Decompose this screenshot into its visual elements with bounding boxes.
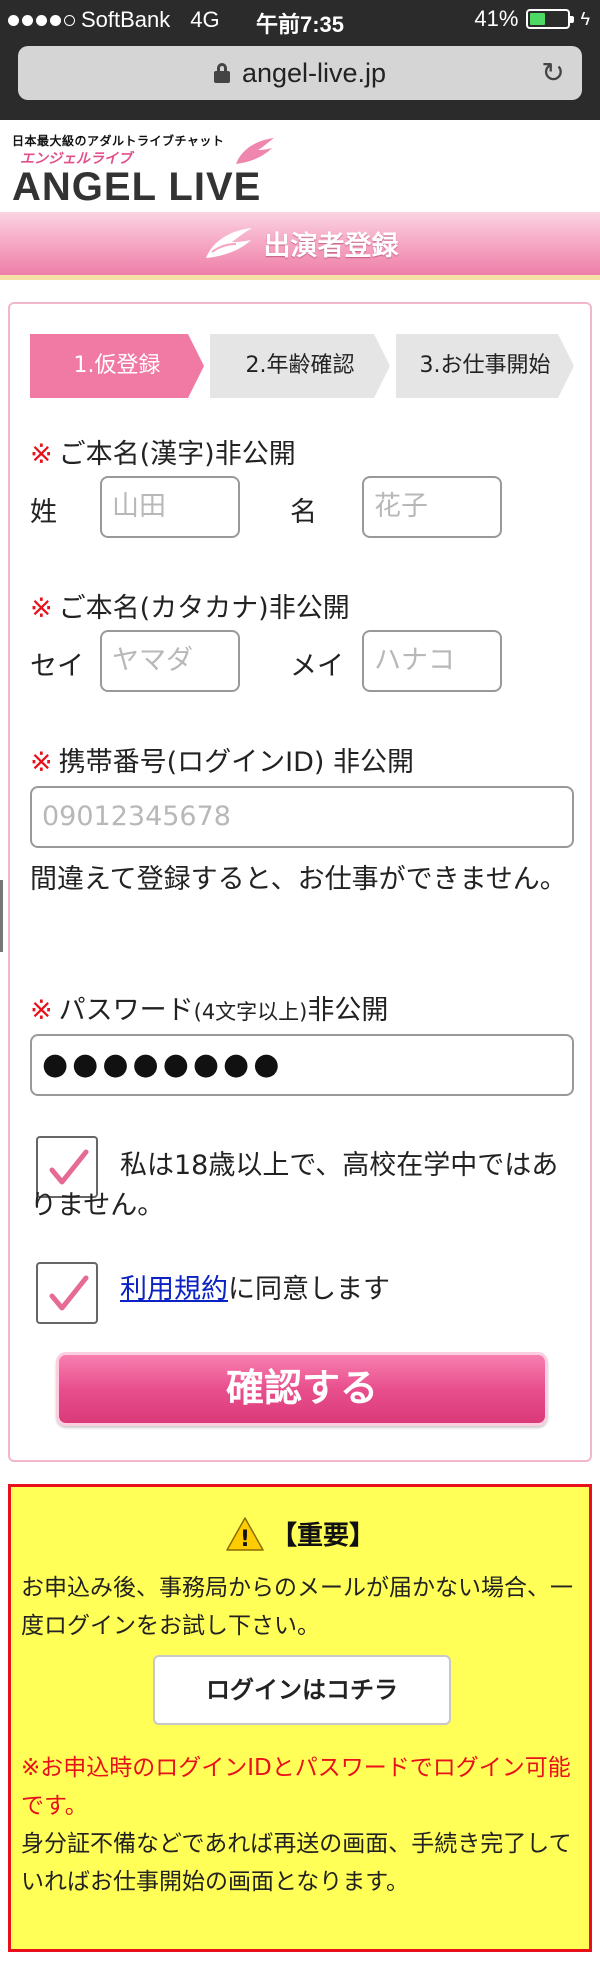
step-2: 2.年齢確認	[210, 334, 390, 398]
logo-wing-icon	[236, 138, 274, 164]
name-kana-label: ※ ご本名(カタカナ)非公開	[30, 593, 350, 624]
important-message: お申込み後、事務局からのメールが届かない場合、一度ログインをお試し下さい。	[21, 1575, 573, 1639]
required-mark: ※	[30, 995, 53, 1026]
required-mark: ※	[30, 593, 53, 624]
page-title: 出演者登録	[263, 231, 399, 262]
phone-note: 間違えて登録すると、お仕事ができません。	[30, 864, 567, 895]
password-input[interactable]: ●●●●●●●●	[30, 1034, 574, 1096]
charging-icon: ϟ	[580, 8, 590, 29]
step-1: 1.仮登録	[30, 334, 204, 398]
age-check-text: 私は18歳以上で、高校在学中ではありません。	[30, 1150, 559, 1221]
login-red-note: ※お申込時のログインIDとパスワードでログイン可能です。	[21, 1755, 571, 1819]
required-mark: ※	[30, 747, 53, 778]
terms-check-text: 利用規約に同意します	[120, 1274, 390, 1305]
site-header: 日本最大級のアダルトライブチャット エンジェルライブ ANGEL LIVE	[0, 120, 600, 210]
logo-tagline: 日本最大級のアダルトライブチャット	[12, 134, 225, 148]
address-bar[interactable]: angel-live.jp ↻	[18, 46, 582, 100]
status-bar: SoftBank 4G 午前7:35 41% ϟ	[0, 0, 600, 40]
site-logo[interactable]: 日本最大級のアダルトライブチャット エンジェルライブ ANGEL LIVE	[12, 132, 262, 209]
phone-input[interactable]: 09012345678	[30, 786, 574, 848]
phone-label: ※ 携帯番号(ログインID) 非公開	[30, 747, 415, 778]
first-name-kanji-input[interactable]: 花子	[362, 476, 502, 538]
reload-icon[interactable]: ↻	[538, 58, 568, 88]
login-button[interactable]: ログインはコチラ	[153, 1655, 451, 1725]
url-text: angel-live.jp	[241, 57, 387, 88]
battery-fill	[530, 13, 546, 25]
warning-icon: !	[226, 1516, 264, 1552]
wing-icon	[205, 227, 252, 258]
svg-text:!: !	[240, 1527, 250, 1552]
confirm-button[interactable]: 確認する	[56, 1352, 548, 1426]
checkmark-icon	[49, 1275, 89, 1311]
lock-icon	[213, 63, 230, 83]
step-3: 3.お仕事開始	[396, 334, 574, 398]
required-mark: ※	[30, 439, 53, 470]
last-name-kanji-input[interactable]: 山田	[100, 476, 240, 538]
first-name-kana-label: メイ	[290, 651, 344, 682]
first-name-label: 名	[290, 497, 317, 528]
last-name-kana-label: セイ	[30, 651, 84, 682]
login-note: 身分証不備などであれば再送の画面、手続き完了していればお仕事開始の画面となります…	[21, 1831, 572, 1895]
important-title: ! 【重要】	[11, 1515, 589, 1552]
terms-link[interactable]: 利用規約	[120, 1274, 228, 1305]
last-name-label: 姓	[30, 497, 57, 528]
progress-steps: 1.仮登録 2.年齢確認 3.お仕事開始	[30, 334, 574, 398]
battery-icon	[526, 9, 575, 29]
page-title-bar: 出演者登録	[0, 212, 600, 280]
battery-status: 41% ϟ	[474, 6, 590, 32]
battery-percent: 41%	[474, 6, 519, 31]
terms-checkbox[interactable]	[36, 1262, 98, 1324]
last-name-kana-input[interactable]: ヤマダ	[100, 630, 240, 692]
registration-form: 1.仮登録 2.年齢確認 3.お仕事開始 ※ ご本名(漢字)非公開 姓 山田 名 …	[8, 302, 592, 1462]
scroll-indicator[interactable]	[0, 880, 3, 952]
logo-text: ANGEL LIVE	[12, 165, 262, 209]
password-label: ※ パスワード(4文字以上)非公開	[30, 995, 389, 1026]
name-kanji-label: ※ ご本名(漢字)非公開	[30, 439, 296, 470]
browser-toolbar: angel-live.jp ↻	[0, 40, 600, 120]
first-name-kana-input[interactable]: ハナコ	[362, 630, 502, 692]
important-notice: ! 【重要】 お申込み後、事務局からのメールが届かない場合、一度ログインをお試し…	[8, 1484, 592, 1952]
